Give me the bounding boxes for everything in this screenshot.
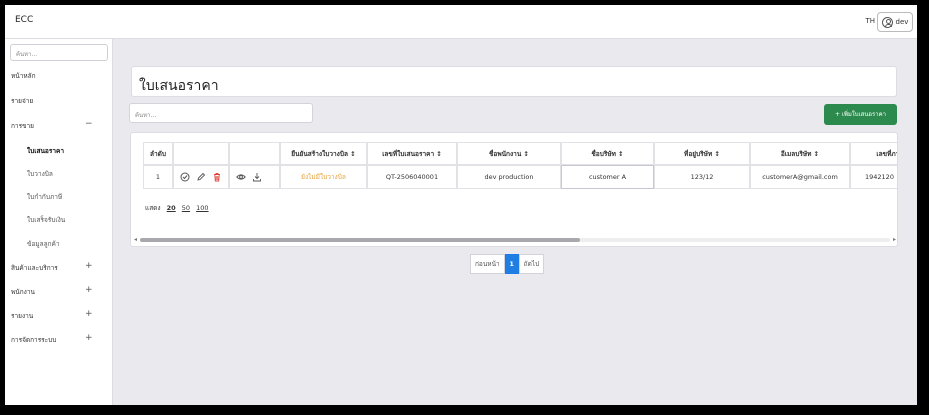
- quotation-table-card: ลำดับ ยืนยันสร้างใบวางบิล ↕ เลขที่ใบเสนอ…: [130, 132, 898, 247]
- top-bar: ECC TH dev: [5, 5, 917, 39]
- view-eye-icon[interactable]: [236, 172, 246, 182]
- pagination: ก่อนหน้า 1 ถัดไป: [470, 254, 545, 274]
- sidebar-item-label: รายงาน: [11, 312, 34, 320]
- column-header-employee[interactable]: ชื่อพนักงาน ↕: [457, 142, 561, 165]
- sidebar-item-reports[interactable]: รายงาน +: [5, 308, 113, 322]
- delete-trash-icon[interactable]: [212, 172, 222, 182]
- check-circle-icon[interactable]: [180, 172, 190, 182]
- cell-company: customer A: [561, 165, 654, 189]
- page-title: ใบเสนอราคา: [139, 78, 219, 94]
- column-header-index: ลำดับ: [143, 142, 173, 165]
- horizontal-scrollbar[interactable]: ◂ ▸: [134, 236, 896, 243]
- cell-email: customerA@gmail.com: [750, 165, 850, 189]
- sidebar-item-tax-invoice[interactable]: ใบกำกับภาษี: [5, 189, 113, 203]
- sidebar-item-label: รายจ่าย: [11, 97, 34, 105]
- column-header-tax-id[interactable]: เลขที่ภาษี: [850, 142, 897, 165]
- app-window: ECC TH dev ค้นหา... หน้าหลัก รายจ่าย การ…: [0, 0, 929, 415]
- column-header-address[interactable]: ที่อยู่บริษัท ↕: [654, 142, 750, 165]
- row-actions: [173, 165, 229, 189]
- sidebar-item-label: ใบเสร็จรับเงิน: [27, 216, 66, 224]
- sidebar-item-label: ข้อมูลลูกค้า: [27, 240, 60, 248]
- add-quotation-button[interactable]: + เพิ่มใบเสนอราคา: [824, 104, 897, 125]
- sidebar: ค้นหา... หน้าหลัก รายจ่าย การขาย − ใบเสน…: [5, 39, 113, 405]
- main-content: ใบเสนอราคา ค้นหา... + เพิ่มใบเสนอราคา ลำ…: [113, 39, 917, 405]
- sidebar-item-system[interactable]: การจัดการระบบ +: [5, 332, 113, 346]
- language-switch[interactable]: TH: [865, 17, 875, 25]
- sidebar-item-expenses[interactable]: รายจ่าย: [5, 93, 113, 107]
- column-header-actions: [173, 142, 229, 165]
- page-size-option[interactable]: 20: [167, 204, 176, 212]
- page-size-option[interactable]: 100: [196, 204, 208, 212]
- scroll-left-arrow-icon[interactable]: ◂: [134, 236, 137, 243]
- column-header-company[interactable]: ชื่อบริษัท ↕: [561, 142, 654, 165]
- sidebar-item-label: ใบกำกับภาษี: [27, 193, 63, 201]
- sidebar-item-label: หน้าหลัก: [11, 72, 36, 80]
- pagination-prev-button[interactable]: ก่อนหน้า: [470, 254, 505, 274]
- column-header-actions-2: [229, 142, 280, 165]
- cell-address: 123/12: [654, 165, 750, 189]
- sidebar-item-products[interactable]: สินค้าและบริการ +: [5, 260, 113, 274]
- scroll-right-arrow-icon[interactable]: ▸: [893, 236, 896, 243]
- sidebar-item-employees[interactable]: พนักงาน +: [5, 284, 113, 298]
- app-name: ECC: [15, 15, 34, 25]
- page-size-label: แสดง: [145, 204, 161, 212]
- page-size-option[interactable]: 50: [182, 204, 190, 212]
- download-icon[interactable]: [252, 172, 262, 182]
- quotation-table: ลำดับ ยืนยันสร้างใบวางบิล ↕ เลขที่ใบเสนอ…: [143, 142, 897, 189]
- expand-icon[interactable]: +: [85, 285, 93, 295]
- search-input[interactable]: ค้นหา...: [129, 103, 313, 123]
- sidebar-item-sales[interactable]: การขาย −: [5, 118, 113, 132]
- edit-pencil-icon[interactable]: [196, 172, 206, 182]
- sidebar-item-label: สินค้าและบริการ: [11, 264, 58, 272]
- column-header-email[interactable]: อีเมลบริษัท ↕: [750, 142, 850, 165]
- cell-quote-number: QT-2506040001: [367, 165, 457, 189]
- sidebar-search-input[interactable]: ค้นหา...: [10, 44, 108, 61]
- column-header-billing-status[interactable]: ยืนยันสร้างใบวางบิล ↕: [280, 142, 367, 165]
- user-menu-button[interactable]: dev: [877, 12, 913, 32]
- collapse-icon[interactable]: −: [85, 119, 93, 129]
- user-avatar-icon: [881, 16, 893, 28]
- sidebar-item-customers[interactable]: ข้อมูลลูกค้า: [5, 236, 113, 250]
- sidebar-item-quotation[interactable]: ใบเสนอราคา: [5, 143, 113, 157]
- sidebar-item-label: ใบวางบิล: [27, 170, 53, 178]
- scroll-thumb[interactable]: [140, 238, 580, 242]
- sidebar-item-billing[interactable]: ใบวางบิล: [5, 166, 113, 180]
- row-actions-2: [229, 165, 280, 189]
- expand-icon[interactable]: +: [85, 333, 93, 343]
- cell-tax-id: 1942120: [850, 165, 897, 189]
- user-name: dev: [895, 18, 909, 26]
- page-title-card: ใบเสนอราคา: [131, 66, 897, 97]
- expand-icon[interactable]: +: [85, 261, 93, 271]
- sidebar-item-receipt[interactable]: ใบเสร็จรับเงิน: [5, 212, 113, 226]
- sidebar-item-label: พนักงาน: [11, 288, 35, 296]
- sidebar-item-label: การขาย: [11, 122, 34, 130]
- pagination-page-1[interactable]: 1: [504, 254, 519, 274]
- pagination-next-button[interactable]: ถัดไป: [518, 254, 545, 274]
- sidebar-item-home[interactable]: หน้าหลัก: [5, 68, 113, 82]
- expand-icon[interactable]: +: [85, 309, 93, 319]
- sidebar-item-label: การจัดการระบบ: [11, 336, 57, 344]
- page-size-selector: แสดง 20 50 100: [145, 203, 209, 213]
- cell-employee: dev production: [457, 165, 561, 189]
- column-header-quote-number[interactable]: เลขที่ใบเสนอราคา ↕: [367, 142, 457, 165]
- cell-billing-status: ยังไม่มีใบวางบิล: [280, 165, 367, 189]
- sidebar-item-label: ใบเสนอราคา: [27, 147, 64, 155]
- cell-index: 1: [143, 165, 173, 189]
